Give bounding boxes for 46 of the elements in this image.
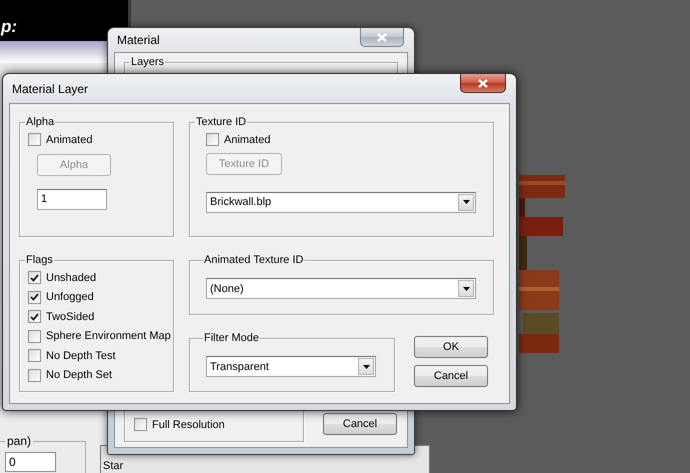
- window-title: Material Layer: [12, 82, 88, 96]
- checkbox-label: TwoSided: [46, 310, 94, 323]
- group-label: Animated Texture ID: [203, 254, 304, 266]
- checkbox[interactable]: [28, 349, 41, 362]
- checkbox[interactable]: [28, 368, 41, 382]
- dropdown-arrow-icon: [462, 200, 470, 204]
- close-icon: [377, 32, 387, 42]
- group-label: Flags: [25, 254, 54, 266]
- dropdown-arrow-icon: [462, 286, 470, 290]
- checkbox[interactable]: [134, 418, 147, 432]
- header-text: p:: [1, 17, 18, 37]
- checkbox-label: Sphere Environment Map: [46, 330, 171, 342]
- checkbox[interactable]: [206, 133, 219, 146]
- alpha-field[interactable]: 1: [37, 188, 107, 210]
- texture-dropdown[interactable]: Brickwall.blp: [206, 192, 476, 212]
- check-icon: [30, 293, 39, 302]
- checkbox-label: Unfogged: [46, 291, 94, 304]
- checkbox-label: No Depth Set: [46, 369, 112, 382]
- group-label: Filter Mode: [203, 332, 260, 344]
- window-title: Material: [117, 33, 160, 47]
- check-icon: [30, 274, 39, 282]
- check-icon: [30, 312, 39, 321]
- cancel-button[interactable]: Cancel: [323, 413, 397, 435]
- checkbox[interactable]: [28, 290, 41, 304]
- group-label: pan): [6, 434, 32, 448]
- checkbox[interactable]: [28, 271, 41, 284]
- group-label: Texture ID: [195, 116, 248, 128]
- group-label: Alpha: [25, 116, 56, 128]
- checkbox[interactable]: [28, 310, 41, 324]
- field-label: Star: [103, 460, 124, 472]
- filter-mode-dropdown[interactable]: Transparent: [206, 356, 376, 377]
- checkbox[interactable]: [28, 330, 41, 343]
- checkbox-label: Animated: [46, 134, 92, 146]
- input-field[interactable]: 0: [5, 452, 56, 472]
- checkbox[interactable]: [28, 133, 41, 146]
- close-icon: [478, 78, 488, 88]
- checkbox-label: Animated: [224, 134, 270, 146]
- cancel-button[interactable]: Cancel: [414, 365, 488, 387]
- ok-button[interactable]: OK: [414, 336, 488, 358]
- close-button[interactable]: [460, 74, 506, 93]
- animated-texture-dropdown[interactable]: (None): [206, 278, 476, 299]
- checkbox-label: Full Resolution: [152, 418, 225, 431]
- group-label: Layers: [130, 56, 166, 68]
- checkbox-label: No Depth Test: [46, 350, 116, 362]
- checkbox-label: Unshaded: [46, 272, 96, 284]
- dropdown-arrow-icon: [362, 364, 370, 368]
